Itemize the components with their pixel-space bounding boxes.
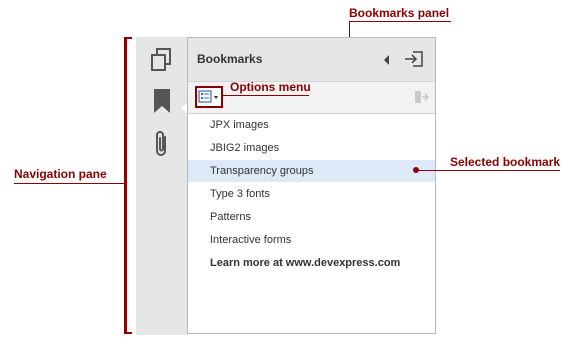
selected-bookmark-leader [416, 170, 560, 171]
bookmarks-panel: Bookmarks JPX images JBIG2 images Transp… [187, 37, 436, 334]
navigation-pane [136, 37, 188, 335]
bookmark-icon[interactable] [150, 87, 174, 115]
navigation-pane-bracket [124, 37, 127, 334]
options-menu-leader [223, 95, 309, 96]
panel-title: Bookmarks [197, 52, 263, 66]
bookmark-item[interactable]: Type 3 fonts [188, 183, 435, 205]
expand-current-bookmark-icon[interactable] [413, 89, 430, 105]
learn-more-link[interactable]: Learn more at www.devexpress.com [188, 252, 435, 274]
navigation-pane-leader [14, 183, 125, 184]
options-menu-label: Options menu [230, 80, 311, 94]
navigation-pane-bracket-bottom [124, 332, 132, 334]
bookmarks-toolbar [188, 82, 435, 114]
options-list-icon [198, 90, 218, 103]
bookmark-item[interactable]: Interactive forms [188, 229, 435, 251]
bookmark-item[interactable]: Patterns [188, 206, 435, 228]
bookmarks-panel-leader-h [349, 21, 451, 22]
navigation-pane-bracket-top [124, 37, 132, 39]
selected-bookmark-label: Selected bookmark [450, 155, 561, 169]
bookmark-item[interactable]: JPX images [188, 114, 435, 136]
attachment-icon[interactable] [150, 129, 174, 159]
bookmark-item[interactable]: JBIG2 images [188, 137, 435, 159]
pages-icon[interactable] [150, 47, 174, 73]
collapse-icon[interactable] [384, 55, 389, 65]
close-panel-icon[interactable] [404, 50, 424, 68]
panel-header: Bookmarks [188, 38, 435, 82]
navigation-pane-label: Navigation pane [14, 167, 107, 181]
bookmarks-panel-label: Bookmarks panel [349, 6, 450, 20]
bookmark-item-selected[interactable]: Transparency groups [188, 160, 435, 182]
options-menu-button[interactable] [195, 86, 223, 108]
